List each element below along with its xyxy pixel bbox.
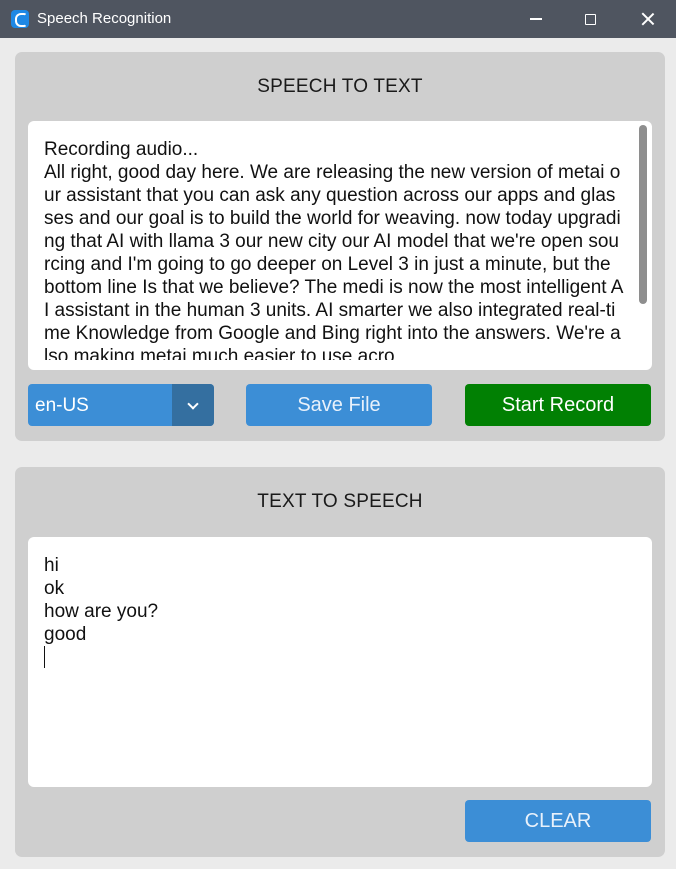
window-title: Speech Recognition bbox=[37, 10, 172, 27]
transcript-scrollbar[interactable] bbox=[639, 125, 647, 304]
minimize-icon bbox=[530, 18, 542, 20]
chevron-down-icon bbox=[187, 397, 199, 410]
tts-input-text[interactable]: hi ok how are you? good bbox=[44, 554, 634, 669]
save-file-button[interactable]: Save File bbox=[246, 384, 432, 426]
transcript-text[interactable]: Recording audio... All right, good day h… bbox=[44, 138, 624, 360]
close-button[interactable] bbox=[622, 0, 674, 38]
text-to-speech-title: TEXT TO SPEECH bbox=[257, 491, 423, 512]
text-caret bbox=[44, 646, 45, 668]
transcript-textbox[interactable]: Recording audio... All right, good day h… bbox=[28, 121, 652, 370]
title-bar: Speech Recognition bbox=[0, 0, 676, 38]
speech-to-text-panel: SPEECH TO TEXT Recording audio... All ri… bbox=[15, 52, 665, 441]
dropdown-arrow-button[interactable] bbox=[172, 384, 214, 426]
minimize-button[interactable] bbox=[510, 0, 562, 38]
tts-input-textbox[interactable]: hi ok how are you? good bbox=[28, 537, 652, 787]
language-dropdown[interactable]: en-US bbox=[28, 384, 214, 426]
start-record-button[interactable]: Start Record bbox=[465, 384, 651, 426]
clear-button[interactable]: CLEAR bbox=[465, 800, 651, 842]
tts-input-content: hi ok how are you? good bbox=[44, 555, 159, 645]
maximize-icon bbox=[584, 13, 596, 25]
text-to-speech-panel: TEXT TO SPEECH hi ok how are you? good C… bbox=[15, 467, 665, 857]
language-value: en-US bbox=[35, 395, 89, 416]
speech-to-text-title: SPEECH TO TEXT bbox=[257, 76, 423, 97]
maximize-button[interactable] bbox=[564, 0, 616, 38]
app-logo-icon bbox=[11, 10, 29, 28]
app-window: Speech Recognition SPEECH TO TEXT Record… bbox=[0, 0, 676, 869]
close-icon bbox=[641, 12, 655, 26]
